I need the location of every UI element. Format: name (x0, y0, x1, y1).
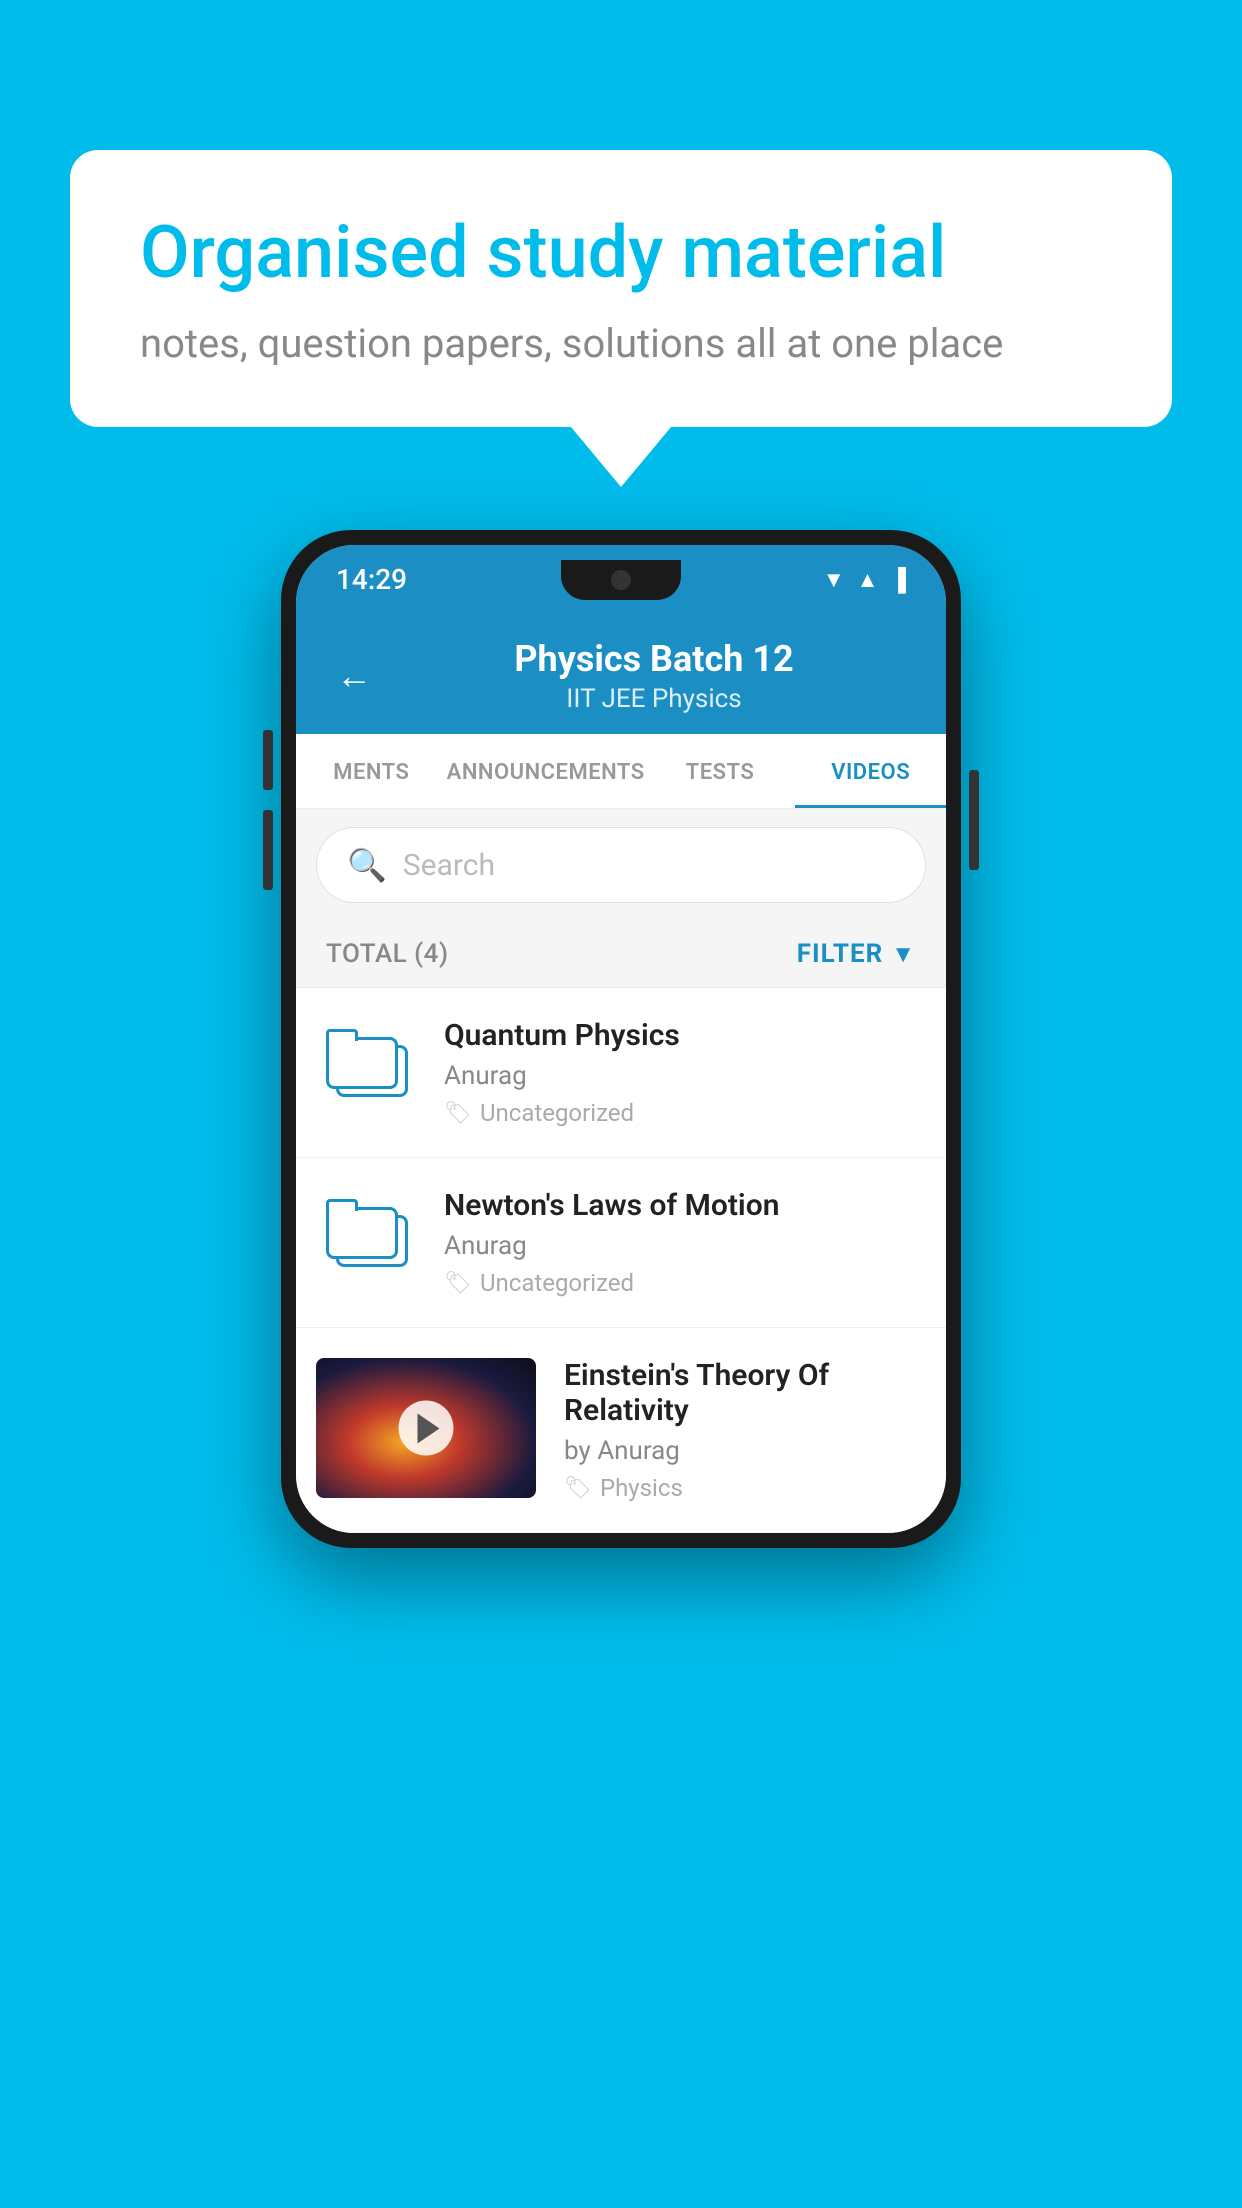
phone-frame: 14:29 ▼ ▲ ▐ ← Physics Batch 12 IIT JEE P… (281, 530, 961, 1548)
tab-announcements[interactable]: ANNOUNCEMENTS (447, 734, 645, 808)
video-author: by Anurag (564, 1436, 926, 1466)
video-author: Anurag (444, 1231, 916, 1261)
power-button[interactable] (969, 770, 979, 870)
bubble-arrow (571, 427, 671, 487)
filter-button[interactable]: FILTER ▼ (797, 939, 916, 969)
filter-funnel-icon: ▼ (891, 940, 916, 969)
subtitle-iit: IIT JEE (566, 684, 645, 714)
battery-icon: ▐ (890, 567, 906, 593)
phone-notch (561, 560, 681, 600)
video-tag: 🏷 Uncategorized (444, 1269, 916, 1297)
video-title: Einstein's Theory Of Relativity (564, 1358, 926, 1428)
volume-up-button[interactable] (263, 730, 273, 790)
tag-icon: 🏷 (444, 1101, 472, 1126)
video-author: Anurag (444, 1061, 916, 1091)
signal-icon: ▲ (857, 567, 879, 593)
list-item[interactable]: Quantum Physics Anurag 🏷 Uncategorized (296, 988, 946, 1158)
video-info: Einstein's Theory Of Relativity by Anura… (564, 1358, 926, 1502)
back-button[interactable]: ← (336, 655, 372, 697)
bubble-subtitle: notes, question papers, solutions all at… (140, 320, 1102, 367)
video-thumbnail (316, 1358, 536, 1498)
search-bar-wrapper: 🔍 Search (296, 809, 946, 921)
batch-title: Physics Batch 12 (402, 638, 906, 680)
total-count: TOTAL (4) (326, 939, 449, 969)
wifi-icon: ▼ (823, 567, 845, 593)
status-time: 14:29 (336, 563, 407, 596)
video-tag: 🏷 Physics (564, 1474, 926, 1502)
phone-screen: 14:29 ▼ ▲ ▐ ← Physics Batch 12 IIT JEE P… (296, 545, 946, 1533)
search-placeholder: Search (403, 848, 495, 883)
front-camera (611, 570, 631, 590)
tag-icon: 🏷 (564, 1476, 592, 1501)
list-item[interactable]: Newton's Laws of Motion Anurag 🏷 Uncateg… (296, 1158, 946, 1328)
video-info: Newton's Laws of Motion Anurag 🏷 Uncateg… (444, 1188, 916, 1297)
video-list: Quantum Physics Anurag 🏷 Uncategorized (296, 988, 946, 1533)
tabs-bar: MENTS ANNOUNCEMENTS TESTS VIDEOS (296, 734, 946, 809)
batch-subtitle: IIT JEE Physics (402, 684, 906, 714)
subtitle-physics: Physics (652, 684, 742, 714)
play-triangle-icon (417, 1413, 439, 1443)
app-header: ← Physics Batch 12 IIT JEE Physics (296, 614, 946, 734)
filter-row: TOTAL (4) FILTER ▼ (296, 921, 946, 988)
tab-videos[interactable]: VIDEOS (795, 734, 946, 808)
video-title: Newton's Laws of Motion (444, 1188, 916, 1223)
tab-ments[interactable]: MENTS (296, 734, 447, 808)
play-button-overlay[interactable] (399, 1401, 454, 1456)
search-icon: 🔍 (347, 846, 387, 884)
bubble-title: Organised study material (140, 210, 1102, 296)
tab-tests[interactable]: TESTS (645, 734, 796, 808)
tag-icon: 🏷 (444, 1271, 472, 1296)
folder-icon (326, 1022, 416, 1097)
list-item[interactable]: Einstein's Theory Of Relativity by Anura… (296, 1328, 946, 1533)
header-title-block: Physics Batch 12 IIT JEE Physics (402, 638, 906, 714)
search-bar[interactable]: 🔍 Search (316, 827, 926, 903)
video-info: Quantum Physics Anurag 🏷 Uncategorized (444, 1018, 916, 1127)
speech-bubble-card: Organised study material notes, question… (70, 150, 1172, 427)
speech-bubble-section: Organised study material notes, question… (70, 150, 1172, 487)
video-tag: 🏷 Uncategorized (444, 1099, 916, 1127)
video-title: Quantum Physics (444, 1018, 916, 1053)
folder-icon (326, 1192, 416, 1267)
status-icons: ▼ ▲ ▐ (823, 567, 906, 593)
volume-down-button[interactable] (263, 810, 273, 890)
